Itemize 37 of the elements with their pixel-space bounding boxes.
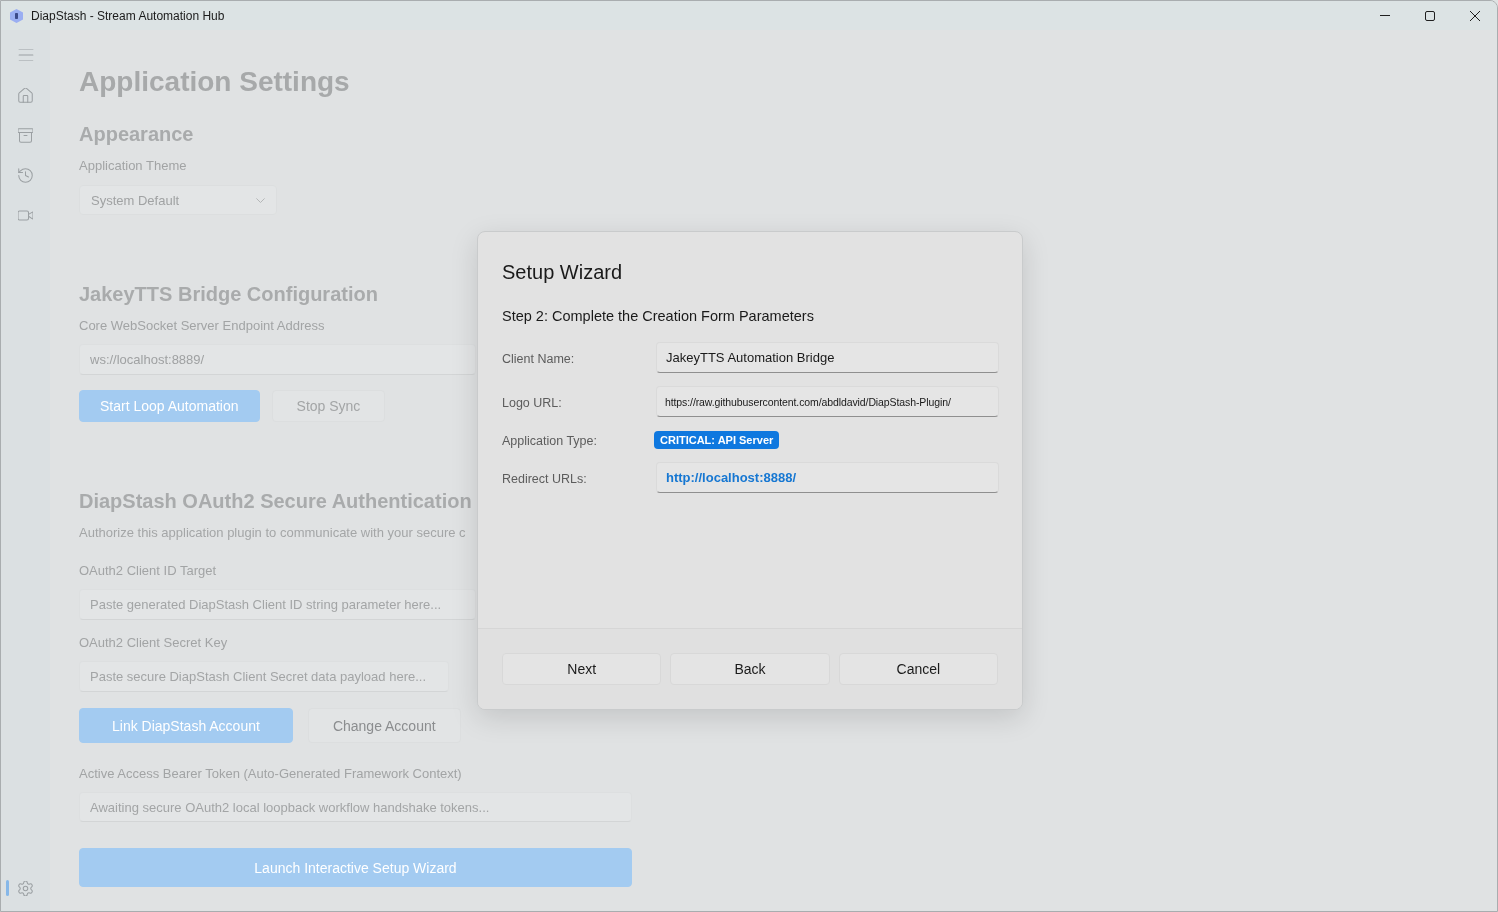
field-label: Active Access Bearer Token (Auto-Generated Framework Context) xyxy=(79,765,462,783)
field-label: OAuth2 Client Secret Key xyxy=(79,634,228,652)
home-icon xyxy=(18,87,33,103)
history-icon xyxy=(18,167,33,183)
section-description: Authorize this application plugin to communicate with your secure c xyxy=(79,524,466,542)
minimize-icon xyxy=(1379,15,1390,16)
dialog-button[interactable]: Cancel xyxy=(838,653,998,685)
form-label: Client Name: xyxy=(502,351,576,367)
type-badge: CRITICAL: API Server xyxy=(654,430,780,449)
input-field[interactable]: JakeyTTS Automation Bridge xyxy=(656,342,999,373)
app-icon xyxy=(10,8,23,23)
redirect-url-field[interactable]: http://localhost:8888/ xyxy=(656,462,999,493)
maximize-icon xyxy=(1424,10,1435,21)
chevron-down-icon xyxy=(256,197,265,203)
dialog-button[interactable]: Next xyxy=(502,653,662,685)
settings-icon xyxy=(18,880,33,896)
video-camera-icon xyxy=(18,207,33,223)
window-title: DiapStash - Stream Automation Hub xyxy=(31,8,225,23)
theme-dropdown[interactable]: System Default xyxy=(79,185,277,215)
form-label: Logo URL: xyxy=(502,395,563,411)
dialog-title: Setup Wizard xyxy=(502,260,623,285)
dialog-button[interactable]: Back xyxy=(670,653,830,685)
input-field[interactable]: https://raw.githubusercontent.com/abdldavid/DiapStash-Plugin/ xyxy=(656,386,999,417)
menu-icon xyxy=(17,49,34,61)
archive-icon xyxy=(18,127,33,143)
field-label: OAuth2 Client ID Target xyxy=(79,562,217,580)
secondary-button[interactable]: Change Account xyxy=(307,708,461,743)
close-icon xyxy=(1469,10,1480,21)
field-label: Core WebSocket Server Endpoint Address xyxy=(79,317,325,335)
page-title: Application Settings xyxy=(79,65,350,99)
primary-button[interactable]: Link DiapStash Account xyxy=(79,708,293,743)
primary-button[interactable]: Launch Interactive Setup Wizard xyxy=(79,848,632,887)
form-label: Application Type: xyxy=(502,433,598,449)
form-label: Redirect URLs: xyxy=(502,471,588,487)
step-heading: Step 2: Complete the Creation Form Parameters xyxy=(502,307,814,326)
field-label: Application Theme xyxy=(79,157,187,175)
primary-button[interactable]: Start Loop Automation xyxy=(79,390,260,422)
